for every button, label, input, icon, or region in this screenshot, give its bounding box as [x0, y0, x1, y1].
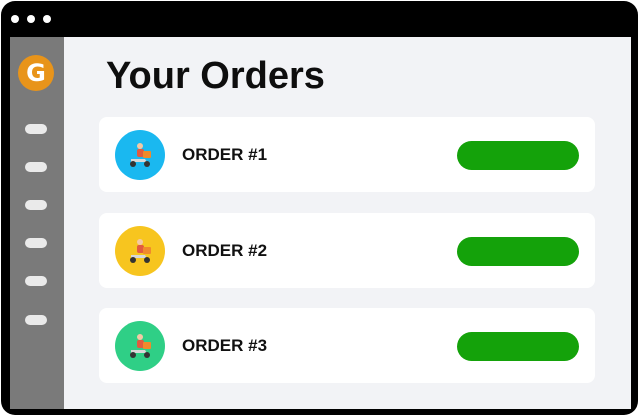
- order-status-button[interactable]: [457, 332, 579, 361]
- brand-logo[interactable]: G: [18, 55, 54, 91]
- order-label: ORDER #1: [182, 145, 268, 164]
- app-window: G Your Orders ORDER #1 ORDER #2 ORDER #3: [1, 1, 638, 415]
- sidebar-nav-item[interactable]: [25, 315, 47, 325]
- sidebar-nav-item[interactable]: [25, 124, 47, 134]
- sidebar-nav-item[interactable]: [25, 238, 47, 248]
- app-content: G Your Orders ORDER #1 ORDER #2 ORDER #3: [10, 37, 631, 409]
- page-title: Your Orders: [106, 55, 325, 97]
- order-label: ORDER #2: [182, 241, 268, 260]
- order-avatar: [115, 226, 165, 276]
- delivery-scooter-icon: [130, 334, 151, 358]
- order-card[interactable]: ORDER #3: [99, 308, 595, 383]
- sidebar-nav-item[interactable]: [25, 162, 47, 172]
- sidebar: G: [10, 37, 64, 409]
- order-status-button[interactable]: [457, 141, 579, 170]
- order-card[interactable]: ORDER #2: [99, 213, 595, 288]
- sidebar-nav-item[interactable]: [25, 276, 47, 286]
- order-label: ORDER #3: [182, 336, 268, 355]
- order-avatar: [115, 130, 165, 180]
- title-bar: [1, 1, 638, 37]
- delivery-scooter-icon: [130, 239, 151, 263]
- order-status-button[interactable]: [457, 237, 579, 266]
- window-control-dot[interactable]: [11, 15, 19, 23]
- window-control-dot[interactable]: [27, 15, 35, 23]
- sidebar-nav-item[interactable]: [25, 200, 47, 210]
- logo-letter: G: [26, 59, 46, 87]
- order-card[interactable]: ORDER #1: [99, 117, 595, 192]
- window-control-dot[interactable]: [43, 15, 51, 23]
- order-avatar: [115, 321, 165, 371]
- delivery-scooter-icon: [130, 143, 151, 167]
